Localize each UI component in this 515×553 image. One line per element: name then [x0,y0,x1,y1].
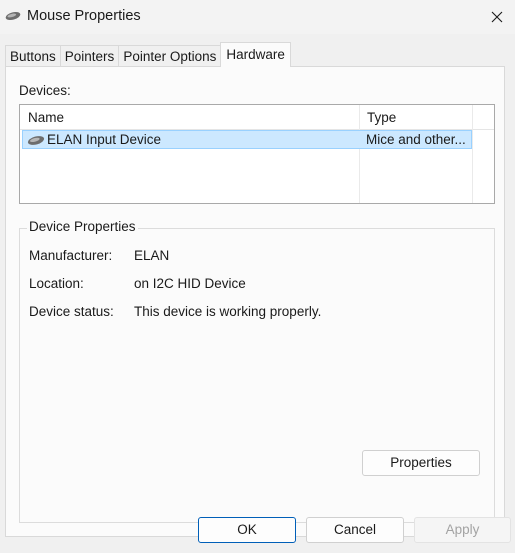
window-title: Mouse Properties [27,8,141,24]
column-divider [472,105,473,203]
properties-button[interactable]: Properties [362,450,480,476]
devices-label: Devices: [19,83,71,98]
hardware-tab-page: Devices: Name Type ELAN Input Device Mic… [5,66,505,537]
devices-list[interactable]: Name Type ELAN Input Device Mice and oth… [19,104,495,204]
tab-buttons[interactable]: Buttons [5,45,61,67]
device-properties-group [19,228,495,523]
mouse-icon [27,136,45,145]
ok-button[interactable]: OK [198,517,296,543]
mouse-icon [5,12,21,20]
devices-list-header: Name Type [20,105,494,130]
location-label: Location: [29,276,84,291]
device-status-value: This device is working properly. [134,304,322,319]
tab-strip: Buttons Pointers Pointer Options Hardwar… [5,42,291,67]
title-bar: Mouse Properties [0,0,515,34]
manufacturer-label: Manufacturer: [29,248,113,263]
dialog-client: Buttons Pointers Pointer Options Hardwar… [0,34,515,553]
column-header-type[interactable]: Type [367,110,396,125]
device-name: ELAN Input Device [47,132,162,147]
close-button[interactable] [478,0,515,33]
column-divider [359,105,360,203]
device-properties-title: Device Properties [27,219,138,234]
apply-button[interactable]: Apply [414,517,511,543]
manufacturer-value: ELAN [134,248,170,263]
device-type: Mice and other... [366,132,466,147]
cancel-button[interactable]: Cancel [306,517,404,543]
tab-pointers[interactable]: Pointers [59,45,120,67]
tab-hardware[interactable]: Hardware [220,42,291,67]
location-value: on I2C HID Device [134,276,246,291]
device-status-label: Device status: [29,304,114,319]
column-header-name[interactable]: Name [28,110,64,125]
device-row[interactable]: ELAN Input Device Mice and other... [22,130,472,149]
tab-pointer-options[interactable]: Pointer Options [118,45,222,67]
close-icon [491,11,502,22]
